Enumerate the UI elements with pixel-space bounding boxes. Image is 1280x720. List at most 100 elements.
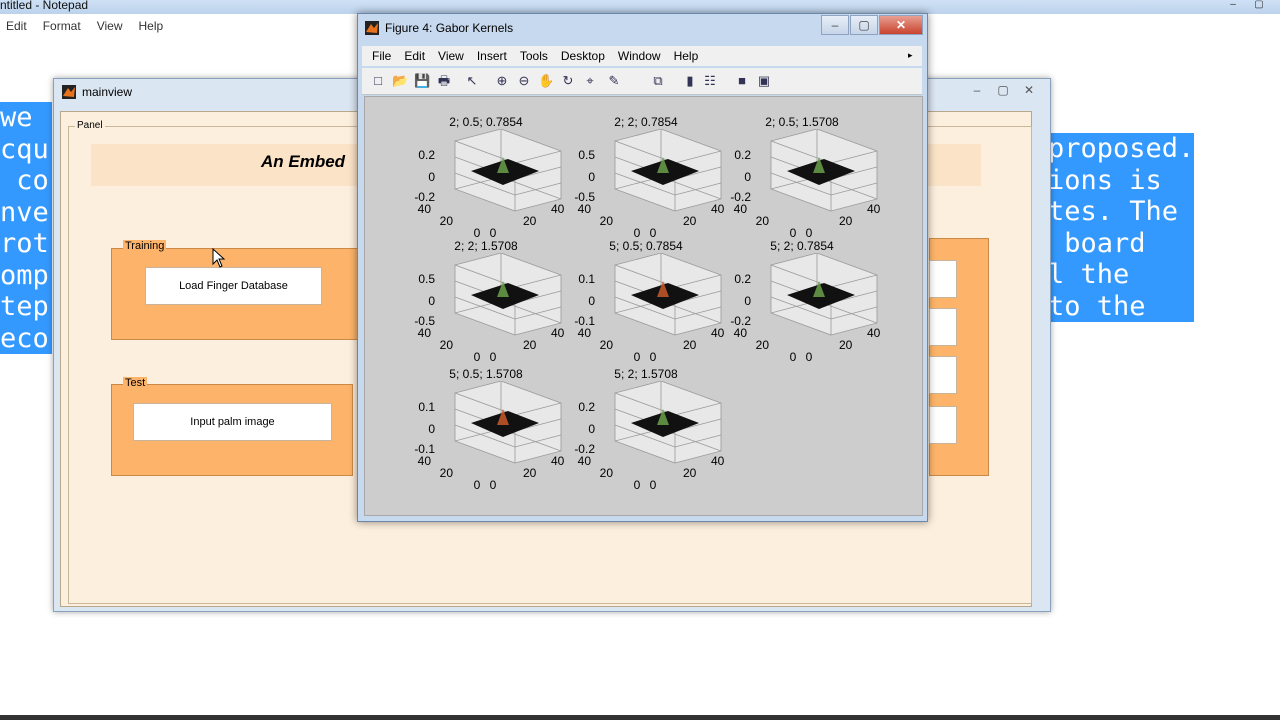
hide-tools-icon[interactable]: ■ <box>734 73 750 89</box>
mainview-maximize-button[interactable]: ▢ <box>990 82 1016 98</box>
notepad-menu-edit[interactable]: Edit <box>6 19 27 33</box>
x-tick-label: 20 <box>523 466 537 480</box>
text-line: eco <box>0 322 52 354</box>
plot-title: 2; 0.5; 0.7854 <box>449 115 523 129</box>
right-panel-button[interactable] <box>929 356 957 394</box>
input-palm-image-button[interactable]: Input palm image <box>133 403 332 441</box>
x-tick-label: 40 <box>867 326 881 340</box>
plot-title: 5; 0.5; 1.5708 <box>449 367 523 381</box>
notepad-menu-help[interactable]: Help <box>139 19 164 33</box>
zoom-out-icon[interactable]: ⊖ <box>516 73 532 89</box>
text-line: ions is <box>1048 164 1195 196</box>
z-tick-label: 0 <box>428 422 435 436</box>
figure-window: Figure 4: Gabor Kernels – ▢ ✕ File Edit … <box>357 13 928 522</box>
gabor-kernel-plot[interactable]: 5; 2; 1.5708 0.2 0 -0.2 40 20 0 0 20 40 <box>571 367 746 489</box>
x-tick-label: 0 <box>650 478 657 489</box>
y-tick-label: 20 <box>600 214 614 228</box>
print-icon[interactable]: 🖶 <box>436 73 452 89</box>
figure-maximize-button[interactable]: ▢ <box>850 15 878 35</box>
menu-file[interactable]: File <box>372 49 391 63</box>
pan-icon[interactable]: ✋ <box>538 73 554 89</box>
notepad-titlebar: ntitled - Notepad <box>0 0 1280 14</box>
surface-plot: 0.20-0.240200 02040 <box>730 129 881 237</box>
save-icon[interactable]: 💾 <box>414 73 430 89</box>
z-tick-label: 0.5 <box>578 148 595 162</box>
notepad-menu-format[interactable]: Format <box>43 19 81 33</box>
text-line: nve <box>0 196 52 228</box>
load-finger-database-button[interactable]: Load Finger Database <box>145 267 322 305</box>
plot-title: 5; 0.5; 0.7854 <box>609 239 683 253</box>
notepad-minimize-button[interactable]: – <box>1220 0 1246 12</box>
mainview-close-button[interactable]: ✕ <box>1016 82 1042 98</box>
z-tick-label: 0.2 <box>734 272 751 286</box>
menu-view[interactable]: View <box>438 49 464 63</box>
menu-tools[interactable]: Tools <box>520 49 548 63</box>
surface-plot: 0.50-0.540200 02040 <box>414 253 565 361</box>
x-tick-label: 40 <box>551 202 565 216</box>
figure-minimize-button[interactable]: – <box>821 15 849 35</box>
data-cursor-icon[interactable]: ⌖ <box>582 73 598 89</box>
dock-icon[interactable]: ▣ <box>756 73 772 89</box>
gabor-kernel-plot[interactable]: 2; 2; 1.5708 0.5 0 -0.5 40 20 0 0 20 40 <box>411 239 586 361</box>
y-tick-label: 20 <box>756 214 770 228</box>
text-line: board <box>1048 227 1195 259</box>
text-line: co <box>0 165 52 197</box>
figure-title: Figure 4: Gabor Kernels <box>385 21 514 35</box>
mainview-minimize-button[interactable]: – <box>964 82 990 98</box>
gabor-kernel-plot[interactable]: 2; 0.5; 0.7854 0.2 0 -0.2 40 20 0 0 20 40 <box>411 115 586 237</box>
z-tick-label: 0 <box>428 294 435 308</box>
gabor-kernel-plot[interactable]: 5; 0.5; 0.7854 0.1 0 -0.1 40 20 0 0 20 40 <box>571 239 746 361</box>
text-line: omp <box>0 259 52 291</box>
plot-title: 5; 2; 1.5708 <box>614 367 678 381</box>
gabor-kernel-plot[interactable]: 5; 0.5; 1.5708 0.1 0 -0.1 40 20 0 0 20 40 <box>411 367 586 489</box>
plot-title: 2; 2; 1.5708 <box>454 239 518 253</box>
x-tick-label: 0 <box>490 350 497 361</box>
x-tick-label: 20 <box>683 214 697 228</box>
x-tick-label: 0 <box>490 226 497 237</box>
figure-canvas: 2; 0.5; 0.7854 0.2 0 -0.2 40 20 0 0 20 40 2; 2; 0.… <box>364 96 923 516</box>
menu-window[interactable]: Window <box>618 49 661 63</box>
link-icon[interactable]: ⧉ <box>650 73 666 89</box>
figure-close-button[interactable]: ✕ <box>879 15 923 35</box>
surface-plot: 0.10-0.140200 02040 <box>574 253 725 361</box>
figure-menubar: File Edit View Insert Tools Desktop Wind… <box>362 46 922 66</box>
notepad-menu-view[interactable]: View <box>97 19 123 33</box>
x-tick-label: 0 <box>474 226 481 237</box>
z-tick-label: 0.2 <box>734 148 751 162</box>
menu-insert[interactable]: Insert <box>477 49 507 63</box>
notepad-selected-text-left[interactable]: we cqu co nve rot omp tep eco <box>0 102 52 354</box>
test-label: Test <box>123 377 148 389</box>
right-panel-button[interactable] <box>929 260 957 298</box>
new-figure-icon[interactable]: □ <box>370 73 386 89</box>
rotate-icon[interactable]: ↻ <box>560 73 576 89</box>
menu-desktop[interactable]: Desktop <box>561 49 605 63</box>
right-panel-button[interactable] <box>929 308 957 346</box>
x-tick-label: 40 <box>551 454 565 468</box>
colorbar-icon[interactable]: ▮ <box>682 73 698 89</box>
gabor-kernel-plot[interactable]: 2; 0.5; 1.5708 0.2 0 -0.2 40 20 0 0 20 40 <box>727 115 902 237</box>
open-file-icon[interactable]: 📂 <box>392 73 408 89</box>
zoom-in-icon[interactable]: ⊕ <box>494 73 510 89</box>
surface-plot: 0.20-0.240200 02040 <box>730 253 881 361</box>
x-tick-label: 0 <box>650 226 657 237</box>
gabor-kernel-plot[interactable]: 5; 2; 0.7854 0.2 0 -0.2 40 20 0 0 20 40 <box>727 239 902 361</box>
gabor-kernel-plot[interactable]: 2; 2; 0.7854 0.5 0 -0.5 40 20 0 0 20 40 <box>571 115 746 237</box>
notepad-maximize-button[interactable]: ▢ <box>1246 0 1272 12</box>
training-label: Training <box>123 240 167 252</box>
menu-overflow-arrow-icon[interactable]: ▸ <box>908 50 913 61</box>
y-tick-label: 40 <box>418 454 432 468</box>
z-tick-label: 0.2 <box>578 400 595 414</box>
pointer-icon[interactable]: ↖ <box>464 73 480 89</box>
notepad-selected-text-right[interactable]: proposed. ions is tes. The board l the t… <box>1048 133 1195 322</box>
matlab-logo-icon <box>62 85 76 99</box>
right-panel-button[interactable] <box>929 406 957 444</box>
x-tick-label: 20 <box>839 338 853 352</box>
text-line: we <box>0 102 52 134</box>
brush-icon[interactable]: ✎ <box>606 73 622 89</box>
menu-edit[interactable]: Edit <box>404 49 425 63</box>
text-line: l the <box>1048 259 1195 291</box>
menu-help[interactable]: Help <box>674 49 699 63</box>
x-tick-label: 20 <box>683 466 697 480</box>
legend-icon[interactable]: ☷ <box>702 73 718 89</box>
text-line: to the <box>1048 290 1195 322</box>
